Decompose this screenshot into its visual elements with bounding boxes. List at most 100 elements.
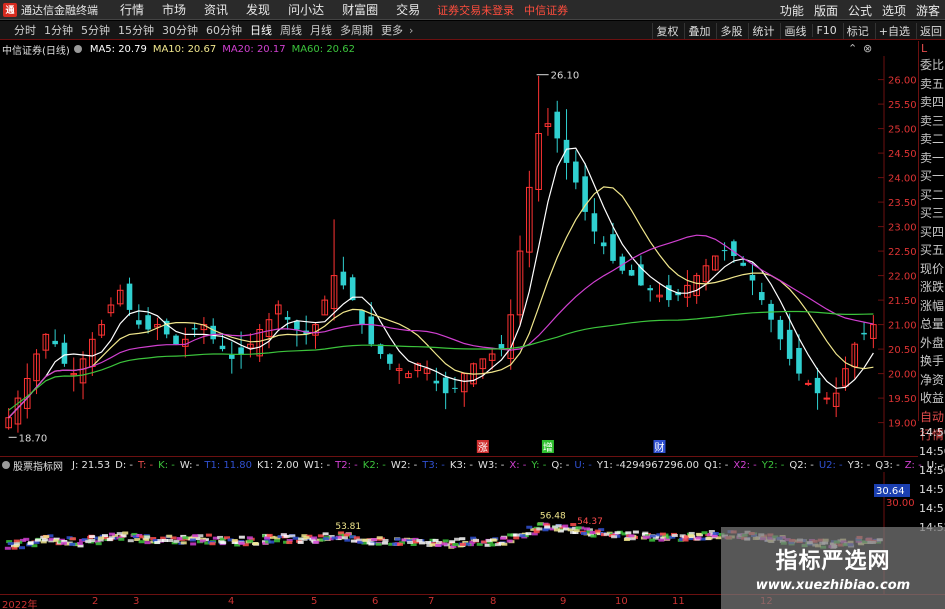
y-tick-label: 19.00 (888, 419, 917, 430)
price-axis: 26.00 25.50 25.00 24.50 24.00 23.50 23.00 22.50… (888, 76, 917, 430)
side-panel-item: 买一 (920, 169, 945, 183)
period-tab[interactable]: 30分钟 (158, 22, 202, 38)
menu-item[interactable]: 问小达 (279, 1, 333, 18)
menu-item[interactable]: 市场 (153, 1, 195, 18)
tool-buttons: 复权 叠加 多股 统计 画线 F10 标记 +自选 返回 (649, 21, 945, 40)
title-button[interactable]: 版面 (809, 2, 843, 19)
menu-item[interactable]: 行情 (111, 1, 153, 18)
indicator-mark (283, 534, 290, 538)
tool-button[interactable]: 叠加 (684, 22, 713, 39)
indicator-mark (89, 539, 96, 543)
month-label: 8 (490, 596, 497, 607)
tool-button[interactable]: 多股 (716, 22, 745, 39)
stock-title[interactable]: 中信证券(日线) (2, 42, 70, 57)
tool-button[interactable]: 画线 (780, 22, 809, 39)
indicator-mark (108, 532, 115, 536)
candle-body (126, 283, 133, 310)
menu-item[interactable]: 交易 (387, 1, 429, 18)
menu-item[interactable]: 资讯 (195, 1, 237, 18)
y-tick-label: 26.00 (888, 76, 917, 87)
period-tab[interactable]: 5分钟 (77, 22, 114, 38)
candle-body (191, 328, 198, 330)
indicator-mark (118, 537, 125, 541)
candlestick-chart[interactable]: 26.00 25.50 25.00 24.50 24.00 23.50 23.00 22.50… (0, 56, 918, 456)
indicator-mark (695, 536, 702, 540)
indicator-mark (76, 542, 83, 546)
indicator-mark (43, 535, 50, 539)
indicator-value: Q1: - (704, 459, 729, 471)
candle-body (823, 397, 831, 400)
period-tab[interactable]: 15分钟 (114, 22, 158, 38)
pane-divider[interactable] (0, 456, 918, 457)
indicator-mark (220, 541, 227, 545)
candle-body (387, 354, 393, 364)
menu-item[interactable]: 发现 (237, 1, 279, 18)
indicator-mark (454, 537, 461, 541)
indicator-mark (506, 539, 513, 543)
indicator-mark (452, 542, 459, 546)
indicator-mark (286, 541, 293, 545)
indicator-mark (154, 541, 161, 545)
tool-button[interactable]: +自选 (874, 22, 913, 39)
indicator-mark (555, 524, 562, 528)
tool-button[interactable]: 返回 (916, 22, 945, 39)
indicator-mark (190, 542, 197, 546)
y-tick-label: 20.00 (888, 370, 917, 381)
period-tab[interactable]: 多周期 (336, 22, 377, 38)
period-tab[interactable]: 日线 (246, 22, 276, 38)
indicator-value: Q3: - (875, 459, 900, 471)
candle-body (61, 342, 68, 364)
ma-lines (8, 147, 874, 419)
close-icon[interactable]: ⊗ (863, 42, 872, 55)
watermark: 指标严选网 www.xuezhibiao.com (721, 527, 945, 609)
tool-button[interactable]: F10 (812, 24, 839, 37)
y-tick-label: 24.00 (888, 174, 917, 185)
indicator-mark (603, 532, 610, 536)
period-tab[interactable]: 1分钟 (40, 22, 77, 38)
title-button[interactable]: 功能 (775, 2, 809, 19)
tool-button[interactable]: 标记 (842, 22, 872, 39)
indicator-mark (28, 541, 35, 545)
indicator-mark (396, 542, 403, 546)
menu-item[interactable]: 财富圈 (333, 1, 387, 18)
indicator-axis-tick: 30.00 (886, 498, 915, 509)
indicator-value: K1: 2.00 (257, 459, 299, 471)
tool-button[interactable]: 统计 (748, 22, 777, 39)
candle-body (145, 315, 151, 330)
tick-time: 14:50 (919, 426, 945, 439)
settings-dot-icon[interactable] (2, 461, 10, 469)
period-tab[interactable]: 分时 (10, 22, 40, 38)
title-button[interactable]: 游客 (911, 2, 945, 19)
collapse-chevron-icon[interactable]: ⌃ (848, 42, 857, 55)
side-panel-items: 委比 卖五 卖四 卖三 卖二 卖一 买一 买二 买三 买四 买五 现价 涨跌 涨幅 总量 外盘 换手 净资 收益 自动… (919, 56, 945, 445)
title-button[interactable]: 公式 (843, 2, 877, 19)
month-label: 9 (560, 596, 567, 607)
indicator-mark (341, 536, 348, 540)
indicator-mark (435, 543, 442, 547)
indicator-name[interactable]: 股票指标网 (13, 458, 63, 473)
settings-dot-icon[interactable] (73, 45, 82, 53)
side-panel-item: 买三 (920, 206, 945, 220)
candle-body (359, 310, 365, 325)
event-marker-label: 增 (543, 441, 553, 454)
side-panel-item: 外盘 (920, 335, 945, 350)
period-tab[interactable]: 60分钟 (202, 22, 246, 38)
period-tab[interactable]: 周线 (276, 22, 306, 38)
title-button[interactable]: 选项 (877, 2, 911, 19)
side-panel-item: 收益 (920, 391, 945, 405)
candle-body (433, 380, 440, 384)
candle-body (136, 320, 142, 325)
indicator-mark (499, 536, 506, 540)
tool-button[interactable]: 复权 (652, 22, 681, 39)
period-tab[interactable]: 更多 (377, 22, 407, 38)
indicator-mark (570, 523, 577, 527)
candle-body (610, 234, 616, 261)
indicator-mark (162, 539, 169, 543)
indicator-mark (536, 527, 543, 531)
chevron-right-icon[interactable]: › (409, 24, 413, 37)
period-tab[interactable]: 月线 (306, 22, 336, 38)
candle-body (229, 354, 235, 359)
indicator-mark (331, 536, 338, 540)
ma-legend: MA5: 20.79 MA10: 20.67 MA20: 20.17 MA60: 20… (84, 44, 355, 55)
candle-body (647, 288, 653, 291)
